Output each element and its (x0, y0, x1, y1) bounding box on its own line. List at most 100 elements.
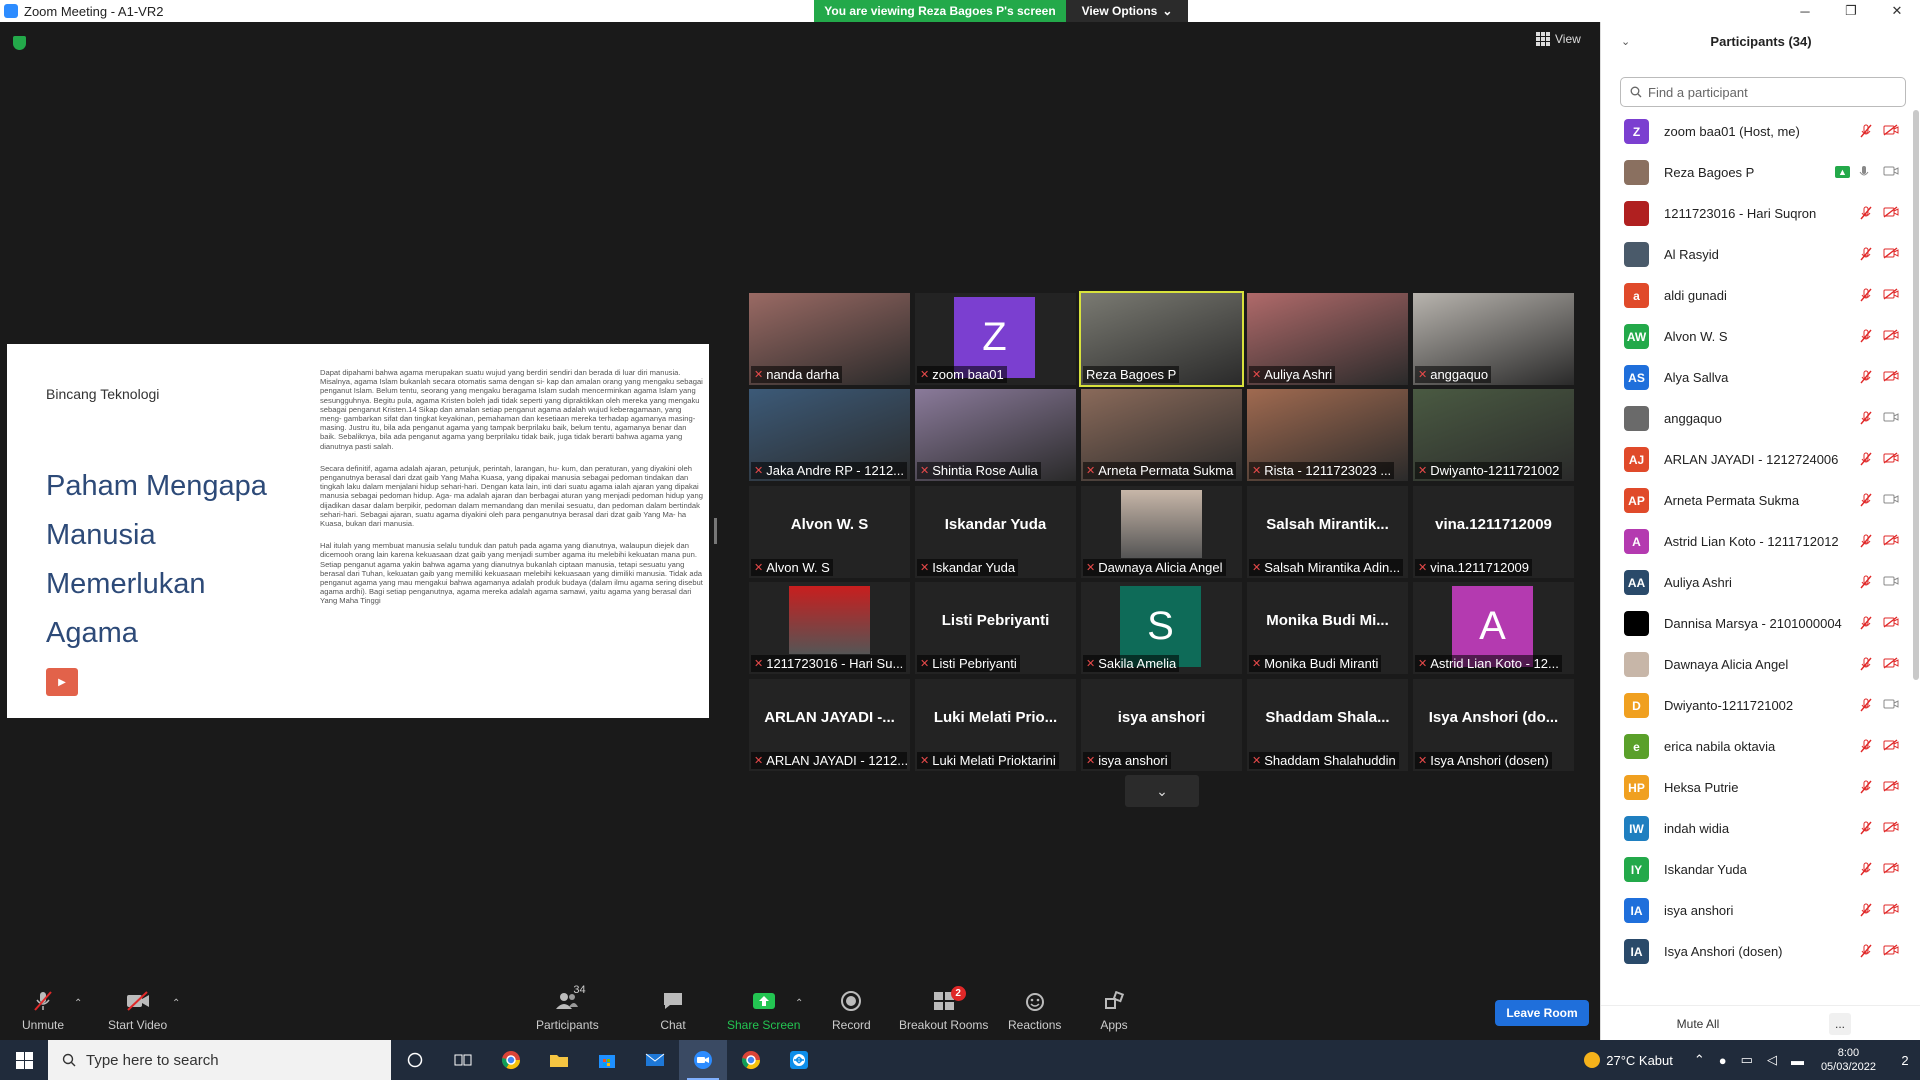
video-camera-icon[interactable] (1883, 575, 1899, 590)
share-options-caret-icon[interactable]: ⌃ (795, 998, 803, 1009)
encryption-shield-icon[interactable] (13, 36, 26, 50)
muted-microphone-icon[interactable] (1859, 698, 1873, 715)
video-tile[interactable]: ✕Reza Bagoes P (1079, 291, 1244, 387)
video-off-icon[interactable] (1883, 124, 1899, 139)
video-camera-icon[interactable] (1883, 411, 1899, 426)
muted-microphone-icon[interactable] (1859, 247, 1873, 264)
video-off-icon[interactable] (1883, 944, 1899, 959)
task-view-icon[interactable] (439, 1040, 487, 1080)
notification-center-icon[interactable]: 2 (1890, 1040, 1920, 1080)
video-off-icon[interactable] (1883, 534, 1899, 549)
video-tile[interactable]: A ✕ Astrid Lian Koto - 12... (1413, 582, 1574, 674)
participant-search-input[interactable]: Find a participant (1620, 77, 1906, 107)
muted-microphone-icon[interactable] (1859, 657, 1873, 674)
muted-microphone-icon[interactable] (1859, 288, 1873, 305)
muted-microphone-icon[interactable] (1859, 780, 1873, 797)
hidden-icons-chevron-icon[interactable]: ⌃ (1694, 1052, 1705, 1068)
reactions-button[interactable]: Reactions (1008, 990, 1061, 1032)
split-resize-handle[interactable] (714, 518, 717, 544)
chat-button[interactable]: Chat (659, 990, 687, 1032)
muted-microphone-icon[interactable] (1859, 452, 1873, 469)
video-tile[interactable]: S ✕ Sakila Amelia (1081, 582, 1242, 674)
video-tile[interactable]: ✕ 1211723016 - Hari Su... (749, 582, 910, 674)
video-tile[interactable]: Iskandar Yuda ✕ Iskandar Yuda (915, 486, 1076, 578)
video-off-icon[interactable] (1883, 370, 1899, 385)
muted-microphone-icon[interactable] (1859, 370, 1873, 387)
muted-microphone-icon[interactable] (1859, 493, 1873, 510)
participant-row[interactable]: AP Arneta Permata Sukma (1601, 480, 1913, 521)
muted-microphone-icon[interactable] (1859, 821, 1873, 838)
video-tile[interactable]: ✕ Arneta Permata Sukma (1081, 389, 1242, 481)
microsoft-store-icon[interactable] (583, 1040, 631, 1080)
microphone-icon[interactable] (1859, 165, 1869, 182)
close-button[interactable]: ✕ (1874, 0, 1920, 22)
participant-row[interactable]: AW Alvon W. S (1601, 316, 1913, 357)
breakout-rooms-button[interactable]: 2 Breakout Rooms (899, 986, 988, 1032)
mute-all-button[interactable]: Mute All (1669, 1013, 1727, 1035)
gallery-next-page-button[interactable]: ⌄ (1125, 775, 1199, 807)
video-camera-icon[interactable] (1883, 698, 1899, 713)
video-off-icon[interactable] (1883, 739, 1899, 754)
video-off-icon[interactable] (1883, 288, 1899, 303)
participant-row[interactable]: anggaquo (1601, 398, 1913, 439)
volume-icon[interactable]: ◁ (1767, 1052, 1777, 1068)
video-tile[interactable]: ARLAN JAYADI -... ✕ ARLAN JAYADI - 1212... (749, 679, 910, 771)
video-tile[interactable]: Luki Melati Prio... ✕ Luki Melati Prioktar… (915, 679, 1076, 771)
chrome-icon[interactable] (487, 1040, 535, 1080)
participant-row[interactable]: 1211723016 - Hari Suqron (1601, 193, 1913, 234)
start-video-button[interactable]: Start Video (108, 990, 167, 1032)
chrome-profile-icon[interactable] (727, 1040, 775, 1080)
cortana-icon[interactable] (391, 1040, 439, 1080)
muted-microphone-icon[interactable] (1859, 575, 1873, 592)
apps-button[interactable]: Apps (1100, 990, 1128, 1032)
video-off-icon[interactable] (1883, 780, 1899, 795)
participants-button[interactable]: 34 Participants (536, 984, 599, 1032)
file-explorer-icon[interactable] (535, 1040, 583, 1080)
video-off-icon[interactable] (1883, 452, 1899, 467)
video-off-icon[interactable] (1883, 903, 1899, 918)
video-tile[interactable]: isya anshori ✕ isya anshori (1081, 679, 1242, 771)
taskbar-search-box[interactable]: Type here to search (48, 1040, 391, 1080)
participant-row[interactable]: IA Isya Anshori (dosen) (1601, 931, 1913, 972)
video-camera-icon[interactable] (1883, 165, 1899, 180)
video-off-icon[interactable] (1883, 862, 1899, 877)
muted-microphone-icon[interactable] (1859, 124, 1873, 141)
muted-microphone-icon[interactable] (1859, 329, 1873, 346)
participant-row[interactable]: a aldi gunadi (1601, 275, 1913, 316)
participant-row[interactable]: AS Alya Sallva (1601, 357, 1913, 398)
participant-row[interactable]: Zzoom baa01 (Host, me) (1601, 111, 1913, 152)
video-tile[interactable]: Shaddam Shala... ✕ Shaddam Shalahuddin (1247, 679, 1408, 771)
video-tile[interactable]: Listi Pebriyanti ✕ Listi Pebriyanti (915, 582, 1076, 674)
muted-microphone-icon[interactable] (1859, 739, 1873, 756)
weather-widget[interactable]: 27°C Kabut (1584, 1052, 1673, 1068)
participant-row[interactable]: Al Rasyid (1601, 234, 1913, 275)
muted-microphone-icon[interactable] (1859, 411, 1873, 428)
video-off-icon[interactable] (1883, 329, 1899, 344)
participant-row[interactable]: Reza Bagoes P ▲ (1601, 152, 1913, 193)
muted-microphone-icon[interactable] (1859, 944, 1873, 961)
video-tile[interactable]: Isya Anshori (do... ✕ Isya Anshori (dosen) (1413, 679, 1574, 771)
video-tile[interactable]: ✕ Dwiyanto-1211721002 (1413, 389, 1574, 481)
view-button[interactable]: View (1536, 32, 1581, 46)
participant-row[interactable]: AJ ARLAN JAYADI - 1212724006 (1601, 439, 1913, 480)
participant-row[interactable]: IA isya anshori (1601, 890, 1913, 931)
participant-row[interactable]: IW indah widia (1601, 808, 1913, 849)
video-off-icon[interactable] (1883, 206, 1899, 221)
clock[interactable]: 8:00 05/03/2022 (1821, 1046, 1876, 1074)
video-off-icon[interactable] (1883, 247, 1899, 262)
participant-row[interactable]: Dawnaya Alicia Angel (1601, 644, 1913, 685)
microphone-tray-icon[interactable]: ● (1719, 1053, 1727, 1068)
participant-row[interactable]: D Dwiyanto-1211721002 (1601, 685, 1913, 726)
video-tile[interactable]: ✕ Rista - 1211723023 ... (1247, 389, 1408, 481)
video-tile[interactable]: ✕ nanda darha (749, 293, 910, 385)
record-button[interactable]: Record (832, 990, 871, 1032)
video-tile[interactable]: ✕ Shintia Rose Aulia (915, 389, 1076, 481)
muted-microphone-icon[interactable] (1859, 903, 1873, 920)
video-tile[interactable]: vina.1211712009 ✕ vina.1211712009 (1413, 486, 1574, 578)
video-tile[interactable]: Salsah Mirantik... ✕ Salsah Mirantika Adin… (1247, 486, 1408, 578)
video-tile[interactable]: Alvon W. S ✕ Alvon W. S (749, 486, 910, 578)
unmute-button[interactable]: Unmute (22, 990, 64, 1032)
muted-microphone-icon[interactable] (1859, 534, 1873, 551)
muted-microphone-icon[interactable] (1859, 616, 1873, 633)
mail-icon[interactable] (631, 1040, 679, 1080)
